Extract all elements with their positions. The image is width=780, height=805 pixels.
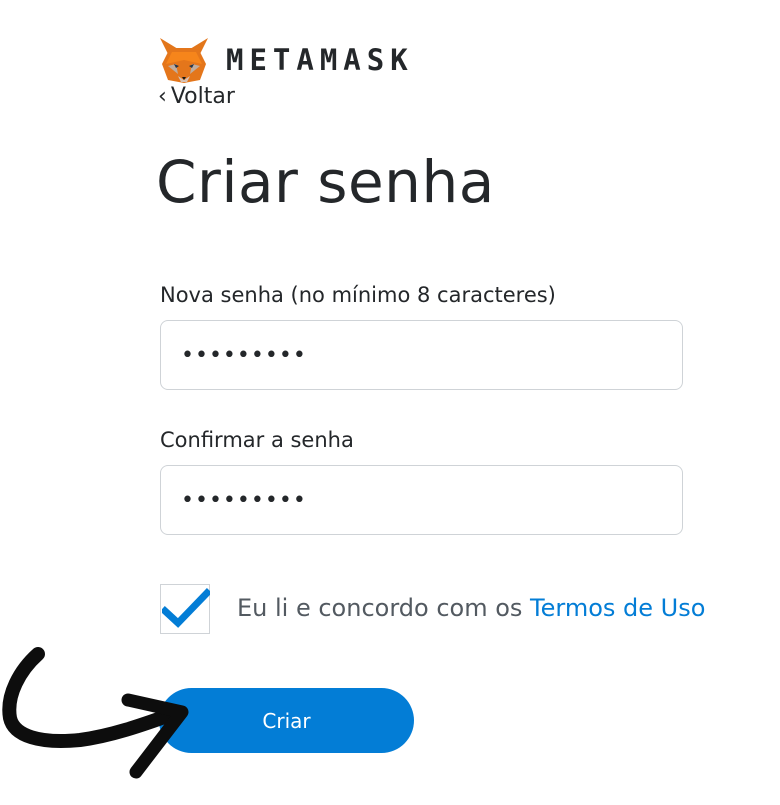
terms-text: Eu li e concordo com os: [237, 594, 531, 622]
metamask-fox-icon: [160, 38, 208, 83]
metamask-logo: METAMASK: [158, 36, 414, 84]
back-link[interactable]: ‹ Voltar: [158, 84, 235, 109]
checkmark-icon: [162, 588, 210, 628]
terms-of-use-link[interactable]: Termos de Uso: [530, 594, 705, 622]
new-password-field[interactable]: [160, 320, 683, 390]
terms-checkbox[interactable]: [160, 584, 210, 634]
confirm-password-label: Confirmar a senha: [160, 428, 354, 452]
curved-arrow-icon: [2, 647, 189, 779]
brand-wordmark: METAMASK: [226, 43, 414, 77]
confirm-password-field[interactable]: [160, 465, 683, 535]
back-label: Voltar: [170, 84, 235, 109]
new-password-label: Nova senha (no mínimo 8 caracteres): [160, 283, 556, 307]
page-title: Criar senha: [156, 148, 495, 216]
chevron-left-icon: ‹: [158, 84, 167, 109]
terms-agreement: Eu li e concordo com os Termos de Uso: [237, 594, 705, 622]
